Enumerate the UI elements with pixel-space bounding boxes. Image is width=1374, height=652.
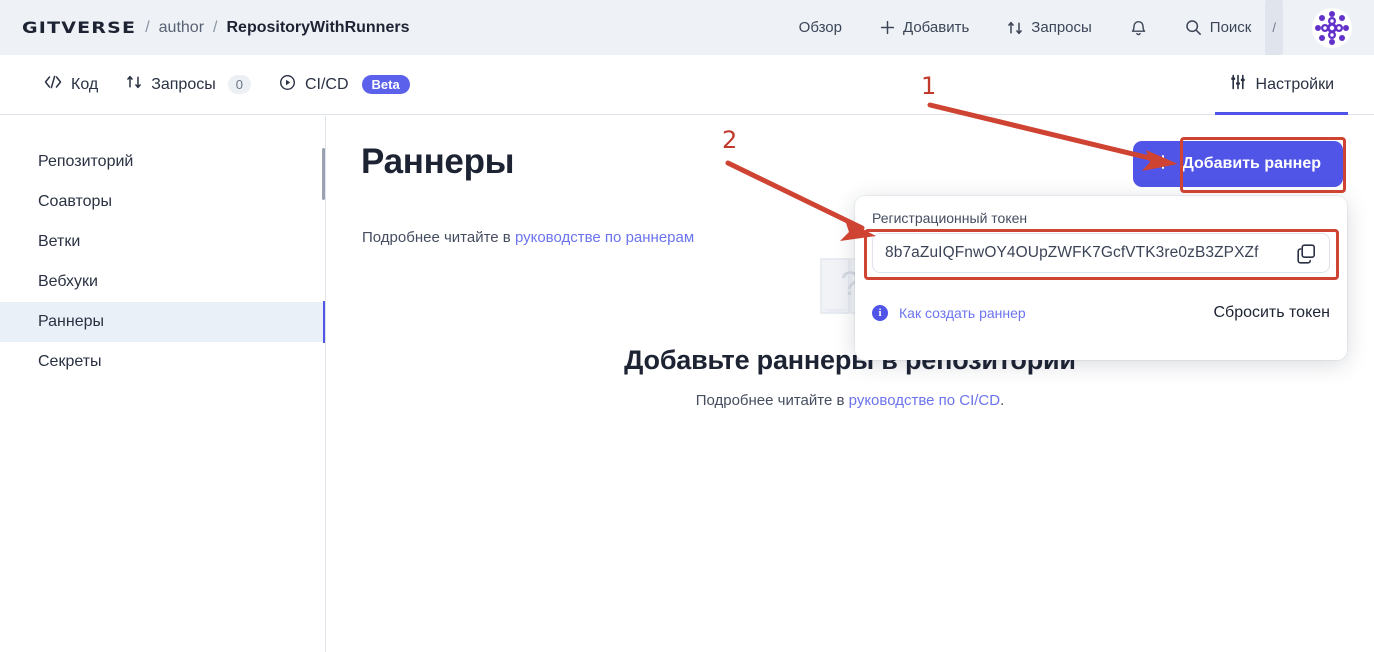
empty-state-subtitle: Подробнее читайте в руководстве по CI/CD… [326, 392, 1374, 409]
tab-cicd-badge: Beta [361, 75, 410, 94]
repo-tabs-right: Настройки [1214, 55, 1348, 123]
registration-token-label: Регистрационный токен [872, 210, 1028, 226]
pull-request-icon [1007, 20, 1023, 36]
nav-item-notifications[interactable] [1111, 0, 1166, 55]
repo-tab-bar: Код Запросы 0 CI/CD Beta Настройки [0, 55, 1374, 123]
page-subtitle: Подробнее читайте в руководстве по ранне… [362, 229, 694, 246]
tab-pull-requests-count: 0 [227, 75, 251, 94]
tab-code-label: Код [71, 75, 99, 93]
plus-icon [880, 20, 895, 35]
breadcrumb-separator-2: / [213, 18, 218, 36]
sidebar-item-label: Вебхуки [38, 273, 98, 290]
code-icon [44, 75, 62, 94]
nav-item-add[interactable]: Добавить [861, 0, 988, 55]
sidebar-item-label: Репозиторий [38, 153, 134, 170]
info-icon: i [872, 305, 888, 321]
nav-search-label: Поиск [1209, 19, 1252, 36]
nav-add-label: Добавить [903, 19, 970, 36]
runners-guide-link[interactable]: руководстве по раннерам [515, 229, 694, 246]
nav-item-pull-requests[interactable]: Запросы [988, 0, 1111, 55]
sidebar-item-label: Секреты [38, 353, 102, 370]
nav-item-overview[interactable]: Обзор [780, 0, 861, 55]
plus-icon [1155, 154, 1171, 175]
nav-item-search[interactable]: Поиск / [1166, 0, 1302, 56]
top-header: GITVERSE / author / RepositoryWithRunner… [0, 0, 1374, 56]
sidebar-item-label: Ветки [38, 233, 81, 250]
gitverse-logo[interactable]: GITVERSE [22, 18, 136, 37]
bell-icon [1130, 19, 1147, 37]
sidebar-item-collaborators[interactable]: Соавторы [0, 182, 325, 222]
top-navigation: Обзор Добавить Запросы Поиск / [780, 0, 1374, 56]
cicd-guide-link[interactable]: руководстве по CI/CD [849, 392, 1000, 409]
search-icon [1185, 19, 1202, 36]
sidebar-item-runners[interactable]: Раннеры [0, 301, 335, 343]
annotation-number-2: 2 [722, 126, 738, 154]
breadcrumb-owner[interactable]: author [159, 19, 204, 37]
sidebar-item-repository[interactable]: Репозиторий [0, 142, 325, 182]
tab-cicd-label: CI/CD [304, 75, 349, 93]
tab-pull-requests-label: Запросы [151, 75, 216, 93]
breadcrumb-separator-1: / [145, 18, 150, 36]
search-shortcut-key: / [1265, 0, 1283, 56]
how-to-create-runner-link[interactable]: Как создать раннер [899, 305, 1026, 321]
popup-footer: i Как создать раннер Сбросить токен [872, 304, 1330, 322]
page-subtitle-prefix: Подробнее читайте в [362, 229, 515, 246]
tab-code[interactable]: Код [30, 55, 112, 114]
sidebar-item-webhooks[interactable]: Вебхуки [0, 262, 325, 302]
highlight-add-runner-button [1180, 137, 1346, 193]
sidebar-item-branches[interactable]: Ветки [0, 222, 325, 262]
nav-overview-label: Обзор [798, 19, 842, 36]
sidebar-scrollbar[interactable] [322, 148, 325, 200]
tab-cicd[interactable]: CI/CD Beta [265, 55, 424, 114]
nav-pull-requests-label: Запросы [1031, 19, 1092, 36]
empty-subtitle-suffix: . [1000, 392, 1005, 409]
page-title: Раннеры [361, 142, 515, 181]
reset-token-button[interactable]: Сбросить токен [1213, 304, 1330, 322]
empty-subtitle-prefix: Подробнее читайте в [695, 392, 849, 409]
tab-settings[interactable]: Настройки [1214, 55, 1348, 123]
sliders-icon [1229, 74, 1247, 95]
highlight-registration-token-field [864, 229, 1339, 280]
settings-sidebar: Репозиторий Соавторы Ветки Вебхуки Ранне… [0, 116, 335, 652]
pull-request-icon [126, 74, 142, 95]
tab-pull-requests[interactable]: Запросы 0 [112, 55, 265, 114]
tab-settings-label: Настройки [1255, 75, 1334, 93]
repo-tabs: Код Запросы 0 CI/CD Beta [30, 55, 424, 114]
avatar[interactable] [1312, 7, 1352, 48]
breadcrumb-repo[interactable]: RepositoryWithRunners [226, 19, 409, 37]
annotation-number-1: 1 [921, 72, 937, 100]
breadcrumb: GITVERSE / author / RepositoryWithRunner… [0, 17, 409, 39]
play-circle-icon [279, 74, 296, 96]
sidebar-item-label: Соавторы [38, 193, 112, 210]
sidebar-item-secrets[interactable]: Секреты [0, 342, 325, 382]
app-root: GITVERSE / author / RepositoryWithRunner… [0, 0, 1374, 652]
sidebar-item-label: Раннеры [38, 313, 105, 330]
